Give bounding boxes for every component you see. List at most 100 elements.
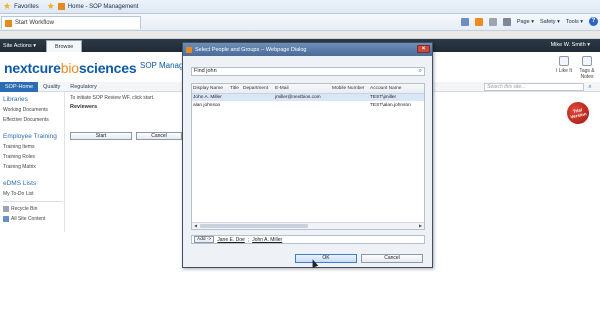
libraries-heading[interactable]: Libraries	[3, 96, 64, 103]
logo-text-mid: bio	[60, 60, 79, 76]
leftnav-item-my-to-do-list[interactable]: My To-Do List	[3, 191, 64, 197]
add-button[interactable]: Add ->	[194, 236, 215, 243]
column-header-title[interactable]: Title	[229, 84, 242, 94]
employee-training-heading[interactable]: Employee Training	[3, 133, 64, 140]
scrollbar-thumb[interactable]	[200, 224, 308, 228]
select-people-dialog: Select People and Groups -- Webpage Dial…	[182, 42, 433, 268]
workflow-form: To initiate SOP Review WF, click start. …	[70, 95, 190, 110]
find-input-value: Find john	[194, 68, 217, 74]
tags-notes-button[interactable]: Tags & Notes	[576, 56, 598, 80]
search-icon[interactable]: ⌕	[419, 68, 422, 75]
cell-mobile	[331, 93, 369, 101]
cell-department	[242, 93, 274, 101]
page-tab[interactable]: Start Workflow	[1, 16, 141, 29]
column-header-display-name[interactable]: Display Name	[192, 84, 229, 94]
mail-icon[interactable]	[488, 17, 497, 26]
favorites-bar: ★ Favorites ★ Home - SOP Management	[0, 0, 600, 14]
favorites-button[interactable]: ★ Favorites	[0, 2, 39, 11]
user-menu[interactable]: Mike W. Smith ▾	[551, 42, 590, 48]
browser-tab-title: Home - SOP Management	[67, 3, 139, 10]
horizontal-scrollbar[interactable]: ◀ ▶	[192, 222, 424, 229]
leftnav-item-training-roles[interactable]: Training Roles	[3, 154, 64, 160]
tab-browse[interactable]: Browse	[46, 40, 83, 52]
column-header-account-name[interactable]: Account Name	[369, 84, 424, 94]
leftnav-item-effective-documents[interactable]: Effective Documents	[3, 117, 64, 123]
cell-email: jmiller@nextbios.com	[274, 93, 331, 101]
leftnav-item-all-site-content[interactable]: All Site Content	[3, 216, 64, 222]
rss-feed-icon[interactable]	[474, 17, 483, 26]
selected-person[interactable]: John A. Miller	[252, 237, 282, 243]
search-icon[interactable]: ⌕	[585, 83, 595, 91]
cell-display-name: John A. Miller	[192, 93, 229, 101]
results-table: Display Name Title Department E-Mail Mob…	[192, 84, 424, 109]
safety-menu[interactable]: Safety ▾	[540, 19, 560, 25]
results-list: Display Name Title Department E-Mail Mob…	[191, 83, 425, 230]
results-header-row: Display Name Title Department E-Mail Mob…	[192, 84, 424, 94]
dialog-title: Select People and Groups -- Webpage Dial…	[195, 46, 307, 53]
table-row[interactable]: John A. Miller jmiller@nextbios.com TEST…	[192, 93, 424, 101]
scroll-left-arrow-icon[interactable]: ◀	[192, 223, 199, 229]
print-icon[interactable]	[502, 17, 511, 26]
add-favorite-icon[interactable]: ★	[47, 2, 55, 11]
column-header-email[interactable]: E-Mail	[274, 84, 331, 94]
cell-department	[242, 101, 274, 109]
separator-band	[0, 31, 600, 39]
favorites-label: Favorites	[14, 3, 39, 10]
find-input[interactable]: Find john ⌕	[191, 67, 425, 76]
leftnav-divider	[3, 201, 63, 202]
quick-launch: Libraries Working Documents Effective Do…	[0, 92, 65, 232]
all-site-content-label: All Site Content	[11, 216, 46, 222]
site-actions-menu[interactable]: Site Actions ▾	[0, 43, 46, 49]
cancel-workflow-button[interactable]: Cancel	[136, 132, 182, 140]
site-search-input[interactable]: Search this site...	[484, 83, 584, 91]
cell-title	[229, 93, 242, 101]
dialog-title-bar[interactable]: Select People and Groups -- Webpage Dial…	[183, 43, 432, 56]
page-menu[interactable]: Page ▾	[517, 19, 534, 25]
selected-people-row: Add -> Jane E. Doe ; John A. Miller	[191, 235, 425, 244]
ok-button[interactable]: OK	[295, 254, 357, 263]
close-icon[interactable]: ×	[417, 45, 430, 53]
site-logo[interactable]: nextcurebiosciences	[4, 60, 137, 76]
tags-notes-label: Tags & Notes	[579, 68, 595, 80]
site-content-icon	[3, 216, 9, 222]
thumbs-up-icon	[559, 56, 569, 66]
topnav-item-sop-home[interactable]: SOP-Home	[0, 81, 39, 92]
ie-toolbar: Page ▾ Safety ▾ Tools ▾ ?	[460, 17, 598, 26]
scroll-right-arrow-icon[interactable]: ▶	[417, 223, 424, 229]
help-icon[interactable]: ?	[589, 17, 598, 26]
cell-account: TEST\alan.johnson	[370, 102, 411, 108]
reviewers-label: Reviewers	[70, 104, 98, 110]
home-icon[interactable]	[460, 17, 469, 26]
tools-menu[interactable]: Tools ▾	[566, 19, 583, 25]
table-row[interactable]: alan johnson TEST\alan.johnson	[192, 101, 424, 109]
start-button[interactable]: Start	[70, 132, 132, 140]
cell-title	[229, 101, 242, 109]
recycle-bin-icon	[3, 206, 9, 212]
leftnav-item-training-matrix[interactable]: Training Matrix	[3, 164, 64, 170]
cancel-button[interactable]: Cancel	[361, 254, 423, 263]
recycle-bin-label: Recycle Bin	[11, 206, 38, 212]
star-icon: ★	[3, 1, 12, 11]
selected-separator: ;	[247, 236, 250, 243]
leftnav-item-recycle-bin[interactable]: Recycle Bin	[3, 206, 64, 212]
trial-version-badge: Trial Version	[564, 99, 592, 127]
workflow-intro-text: To initiate SOP Review WF, click start.	[70, 95, 155, 101]
leftnav-item-working-documents[interactable]: Working Documents	[3, 107, 64, 113]
dialog-app-icon	[186, 46, 192, 53]
selected-person[interactable]: Jane E. Doe	[217, 237, 245, 243]
cell-mobile	[331, 101, 369, 109]
command-bar: Start Workflow Page ▾ Safety ▾ Tools ▾ ?	[0, 14, 600, 31]
i-like-it-button[interactable]: I Like It	[553, 56, 575, 74]
logo-text-prefix: nextcure	[4, 60, 61, 76]
logo-text-suffix: sciences	[78, 60, 137, 76]
edms-lists-heading[interactable]: eDMS Lists	[3, 180, 64, 187]
page-tab-favicon-icon	[5, 19, 12, 27]
column-header-department[interactable]: Department	[242, 84, 274, 94]
browser-tab[interactable]: ★ Home - SOP Management	[47, 2, 139, 11]
column-header-mobile-number[interactable]: Mobile Number	[331, 84, 369, 94]
leftnav-item-training-items[interactable]: Training Items	[3, 144, 64, 150]
i-like-it-label: I Like It	[555, 68, 573, 74]
page-favicon-icon	[57, 3, 65, 10]
topnav-item-quality[interactable]: Quality	[38, 82, 65, 92]
topnav-item-regulatory[interactable]: Regulatory	[65, 82, 102, 92]
